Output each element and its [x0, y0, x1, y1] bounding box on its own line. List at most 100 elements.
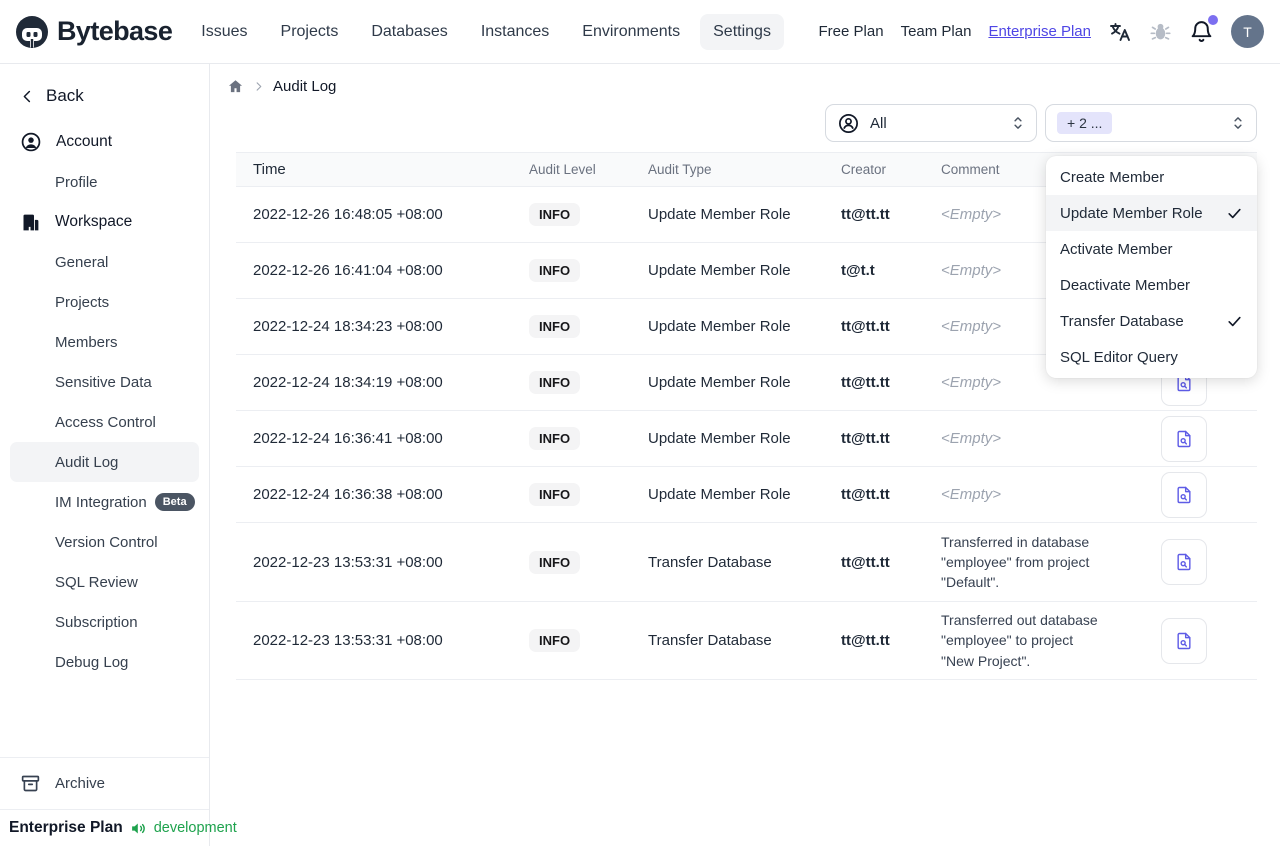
nav-settings[interactable]: Settings [700, 13, 784, 50]
cell-time: 2022-12-26 16:48:05 +08:00 [253, 206, 443, 223]
creator-filter-select[interactable]: All [825, 104, 1037, 142]
team-plan-link[interactable]: Team Plan [901, 23, 972, 40]
cell-creator: t@t.t [841, 262, 875, 279]
menu-item-label: Activate Member [1060, 240, 1173, 258]
bytebase-logo[interactable]: Bytebase [14, 14, 173, 50]
audit-level-badge: INFO [529, 259, 581, 282]
archive-icon [20, 773, 41, 794]
top-bar-right: Free Plan Team Plan Enterprise Plan T [819, 15, 1264, 48]
audit-level-badge: INFO [529, 371, 581, 394]
notification-dot [1208, 15, 1218, 25]
user-avatar[interactable]: T [1231, 15, 1264, 48]
menu-item-label: Transfer Database [1060, 312, 1184, 330]
sidebar-item-profile[interactable]: Profile [0, 162, 209, 202]
sidebar-item-access-control[interactable]: Access Control [0, 402, 209, 442]
sidebar-item-debug-log[interactable]: Debug Log [0, 642, 209, 682]
cell-comment: Transferred in database "employee" from … [941, 533, 1090, 591]
cell-time: 2022-12-24 16:36:41 +08:00 [253, 430, 443, 447]
cell-audit-type: Update Member Role [648, 206, 791, 223]
cell-creator: tt@tt.tt [841, 632, 890, 649]
sidebar-item-general[interactable]: General [0, 242, 209, 282]
audit-type-filter-select[interactable]: + 2 ... [1045, 104, 1257, 142]
select-chevrons-icon [1231, 115, 1245, 131]
menu-item-update-member-role[interactable]: Update Member Role [1046, 195, 1257, 231]
filter-row: All + 2 ... [236, 104, 1257, 142]
building-icon [20, 212, 41, 233]
audit-level-badge: INFO [529, 629, 581, 652]
translate-icon[interactable] [1108, 20, 1132, 44]
top-navigation: Issues Projects Databases Instances Envi… [188, 13, 784, 50]
free-plan-link[interactable]: Free Plan [819, 23, 884, 40]
col-audit-level: Audit Level [529, 162, 596, 177]
nav-databases[interactable]: Databases [358, 14, 461, 50]
cell-audit-type: Update Member Role [648, 318, 791, 335]
cell-time: 2022-12-24 16:36:38 +08:00 [253, 486, 443, 503]
bug-report-icon[interactable] [1149, 20, 1172, 43]
sidebar-item-sql-review[interactable]: SQL Review [0, 562, 209, 602]
nav-issues[interactable]: Issues [188, 14, 260, 50]
col-time: Time [253, 161, 286, 178]
cell-creator: tt@tt.tt [841, 553, 890, 571]
breadcrumb: Audit Log [227, 64, 1257, 96]
sidebar-item-sensitive-data[interactable]: Sensitive Data [0, 362, 209, 402]
menu-item-label: Deactivate Member [1060, 276, 1191, 294]
sidebar-item-subscription[interactable]: Subscription [0, 602, 209, 642]
audit-level-badge: INFO [529, 315, 581, 338]
enterprise-plan-link[interactable]: Enterprise Plan [988, 23, 1091, 40]
page-title: Audit Log [273, 78, 337, 95]
sidebar-item-audit-log[interactable]: Audit Log [10, 442, 199, 482]
menu-item-label: Create Member [1060, 168, 1165, 186]
sidebar-item-im-integration[interactable]: IM Integration Beta [0, 482, 209, 522]
table-row: 2022-12-24 16:36:41 +08:00 INFO Update M… [236, 410, 1257, 466]
nav-projects[interactable]: Projects [268, 14, 352, 50]
back-button[interactable]: Back [0, 80, 209, 122]
cell-audit-type: Transfer Database [648, 632, 772, 649]
table-row: 2022-12-23 13:53:31 +08:00 INFO Transfer… [236, 522, 1257, 601]
cell-creator: tt@tt.tt [841, 486, 890, 503]
view-payload-button[interactable] [1160, 415, 1207, 462]
cell-time: 2022-12-24 18:34:19 +08:00 [253, 374, 443, 391]
audit-type-filter-tag: + 2 ... [1057, 112, 1113, 134]
menu-item-label: SQL Editor Query [1060, 348, 1178, 366]
archive-button[interactable]: Archive [0, 757, 209, 809]
cell-comment: <Empty> [941, 485, 1002, 503]
cell-time: 2022-12-26 16:41:04 +08:00 [253, 262, 443, 279]
creator-filter-value: All [870, 114, 887, 132]
archive-label: Archive [55, 775, 106, 792]
workspace-section-label: Workspace [55, 213, 133, 230]
sidebar-item-version-control[interactable]: Version Control [0, 522, 209, 562]
check-icon [1226, 205, 1243, 222]
view-payload-button[interactable] [1160, 617, 1207, 664]
menu-item-transfer-database[interactable]: Transfer Database [1046, 303, 1257, 339]
menu-item-sql-editor-query[interactable]: SQL Editor Query [1046, 339, 1257, 375]
speaker-icon [130, 820, 147, 837]
menu-item-create-member[interactable]: Create Member [1046, 159, 1257, 195]
cell-comment: Transferred out database "employee" to p… [941, 612, 1098, 669]
sidebar-section-account[interactable]: Account [0, 122, 209, 162]
nav-environments[interactable]: Environments [569, 14, 693, 50]
select-chevrons-icon [1011, 115, 1025, 131]
im-integration-label: IM Integration [55, 493, 147, 511]
cell-audit-type: Transfer Database [648, 553, 772, 571]
bytebase-logo-icon [14, 14, 50, 50]
sidebar-item-members[interactable]: Members [0, 322, 209, 362]
audit-type-dropdown-menu: Create Member Update Member Role Activat… [1046, 156, 1257, 378]
person-circle-icon [837, 112, 860, 135]
user-circle-icon [20, 131, 42, 153]
menu-item-deactivate-member[interactable]: Deactivate Member [1046, 267, 1257, 303]
account-section-label: Account [56, 133, 113, 150]
cell-time: 2022-12-23 13:53:31 +08:00 [253, 553, 443, 571]
view-payload-button[interactable] [1160, 471, 1207, 518]
cell-time: 2022-12-23 13:53:31 +08:00 [253, 632, 443, 649]
cell-creator: tt@tt.tt [841, 374, 890, 391]
sidebar-section-workspace[interactable]: Workspace [0, 202, 209, 242]
current-plan-label: Enterprise Plan [9, 819, 123, 836]
menu-item-activate-member[interactable]: Activate Member [1046, 231, 1257, 267]
notifications-bell-icon[interactable] [1189, 15, 1218, 44]
sidebar-item-projects[interactable]: Projects [0, 282, 209, 322]
cell-creator: tt@tt.tt [841, 318, 890, 335]
nav-instances[interactable]: Instances [468, 14, 562, 50]
view-payload-button[interactable] [1160, 539, 1207, 585]
home-icon[interactable] [227, 78, 244, 95]
chevron-left-icon [20, 89, 35, 104]
